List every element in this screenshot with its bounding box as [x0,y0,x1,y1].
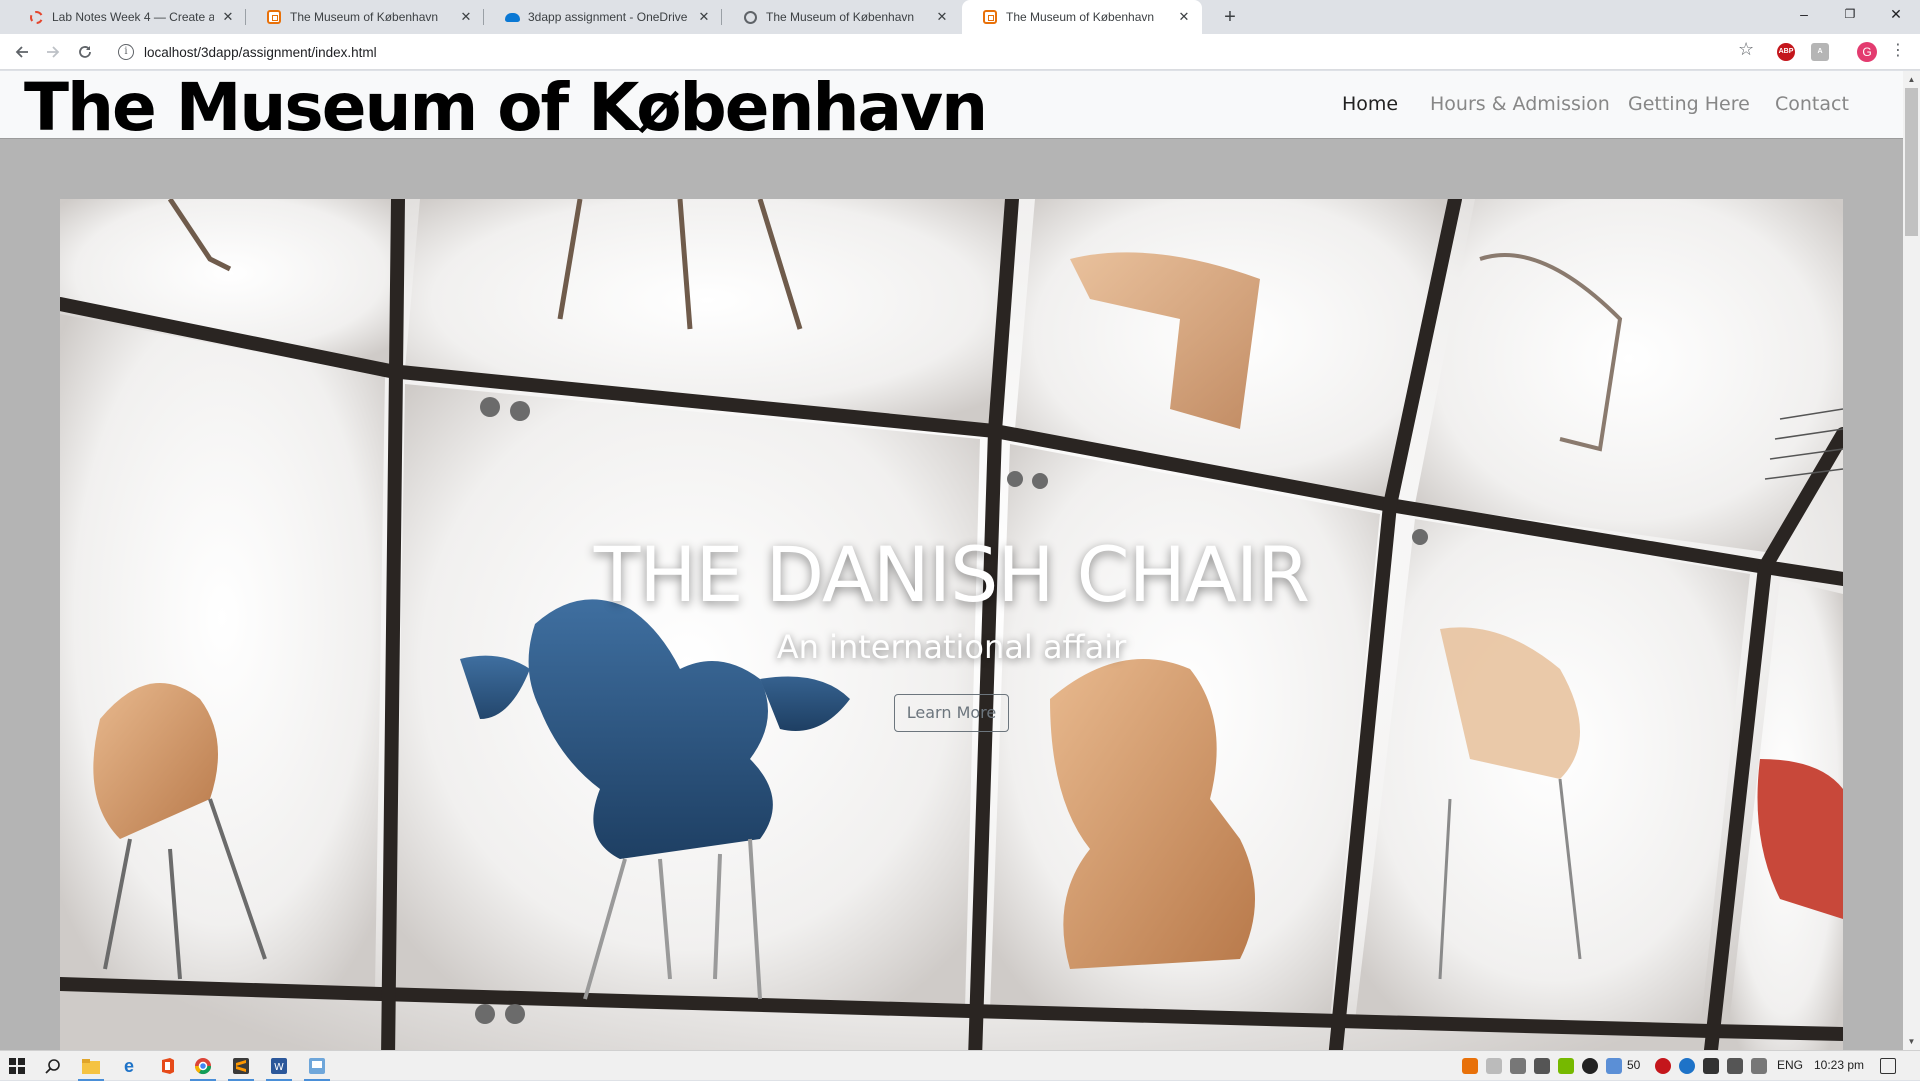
browser-tab-active[interactable]: The Museum of København ✕ [962,0,1202,34]
chrome-icon[interactable] [186,1051,220,1081]
tab-title: 3dapp assignment - OneDrive [528,10,688,24]
tab-title: The Museum of København [766,10,915,24]
tray-app-icon[interactable] [1462,1058,1478,1074]
weather-icon[interactable] [1606,1058,1622,1074]
nav-link-getting-here[interactable]: Getting Here [1628,93,1750,115]
maximize-button[interactable]: ❐ [1827,0,1873,30]
reload-button[interactable] [71,38,99,66]
tab-title: Lab Notes Week 4 — Create a ba [52,10,214,24]
nav-link-hours-admission[interactable]: Hours & Admission [1430,93,1610,115]
battery-icon[interactable] [1703,1058,1719,1074]
svg-text:W: W [274,1062,284,1073]
vertical-scrollbar[interactable]: ▲ ▼ [1903,71,1920,1050]
close-tab-icon[interactable]: ✕ [458,9,474,25]
sublime-text-icon[interactable] [224,1051,258,1081]
site-navbar: The Museum of København Home Hours & Adm… [0,71,1903,146]
url-text: localhost/3dapp/assignment/index.html [144,44,377,60]
learn-more-button[interactable]: Learn More [894,694,1009,732]
new-tab-button[interactable]: + [1218,6,1242,28]
bookmark-star-icon[interactable]: ☆ [1738,39,1754,60]
hero-title: THE DANISH CHAIR [593,530,1310,619]
nav-link-home[interactable]: Home [1342,93,1398,115]
tray-app-icon[interactable] [1582,1058,1598,1074]
windows-start-icon[interactable] [0,1051,34,1081]
word-icon[interactable]: W [262,1051,296,1081]
tab-title: The Museum of København [290,10,439,24]
site-brand[interactable]: The Museum of København [24,71,988,148]
minimize-button[interactable]: – [1781,0,1827,30]
scroll-up-arrow-icon[interactable]: ▲ [1903,71,1920,88]
scroll-down-arrow-icon[interactable]: ▼ [1903,1033,1920,1050]
onedrive-icon [504,9,520,25]
address-bar[interactable]: i localhost/3dapp/assignment/index.html [108,37,1758,67]
browser-tab[interactable]: The Museum of København ✕ [722,0,960,34]
mute-icon[interactable] [1751,1058,1767,1074]
close-tab-icon[interactable]: ✕ [934,9,950,25]
globe-icon [742,9,758,25]
tray-app-icon[interactable] [1534,1058,1550,1074]
hero-carousel: THE DANISH CHAIR An international affair… [60,199,1843,1050]
browser-tab[interactable]: Lab Notes Week 4 — Create a ba ✕ [8,0,246,34]
close-tab-icon[interactable]: ✕ [220,9,236,25]
scrollbar-thumb[interactable] [1905,88,1918,236]
extension-icon[interactable]: A [1811,43,1829,61]
bluetooth-icon[interactable] [1679,1058,1695,1074]
office-icon[interactable] [150,1051,184,1081]
temperature-value: 50 [1627,1058,1641,1072]
edge-icon[interactable]: e [112,1051,146,1081]
windows-taskbar: e W 50 ENG 10:23 pm [0,1050,1920,1081]
browser-toolbar: i localhost/3dapp/assignment/index.html … [0,34,1920,70]
clock[interactable]: 10:23 pm [1814,1058,1864,1072]
page-viewport: The Museum of København Home Hours & Adm… [0,71,1903,1050]
tab-title: The Museum of København [1006,10,1155,24]
back-button[interactable] [8,38,36,66]
tray-network-icon[interactable] [1486,1058,1502,1074]
hero-image-chairs [60,199,1843,1050]
adblock-plus-icon[interactable]: ABP [1777,43,1795,61]
nvidia-icon[interactable] [1558,1058,1574,1074]
nav-link-contact[interactable]: Contact [1775,93,1849,115]
menu-kebab-icon[interactable]: ⋮ [1890,41,1906,61]
tray-app-icon[interactable] [1655,1058,1671,1074]
arrow-left-icon [15,46,28,58]
tab-strip: Lab Notes Week 4 — Create a ba ✕ The Mus… [0,0,1920,34]
bootstrap-icon [982,9,998,25]
volume-icon[interactable] [1510,1058,1526,1074]
file-explorer-icon[interactable] [74,1051,108,1081]
browser-tab[interactable]: The Museum of København ✕ [246,0,484,34]
wifi-icon[interactable] [1727,1058,1743,1074]
close-window-button[interactable]: ✕ [1873,0,1919,30]
language-indicator[interactable]: ENG [1777,1058,1803,1072]
close-tab-icon[interactable]: ✕ [1176,9,1192,25]
snipping-tool-icon[interactable] [300,1051,334,1081]
forward-button[interactable] [39,38,67,66]
close-tab-icon[interactable]: ✕ [696,9,712,25]
hero-subtitle: An international affair [776,628,1127,666]
bootstrap-icon [266,9,282,25]
ubuntu-icon [28,9,44,25]
site-info-icon[interactable]: i [118,44,134,60]
arrow-right-icon [47,46,60,58]
reload-icon [79,46,91,58]
search-icon[interactable] [36,1051,70,1081]
profile-avatar[interactable]: G [1857,42,1877,62]
action-center-icon[interactable] [1880,1058,1896,1074]
browser-tab[interactable]: 3dapp assignment - OneDrive ✕ [484,0,722,34]
